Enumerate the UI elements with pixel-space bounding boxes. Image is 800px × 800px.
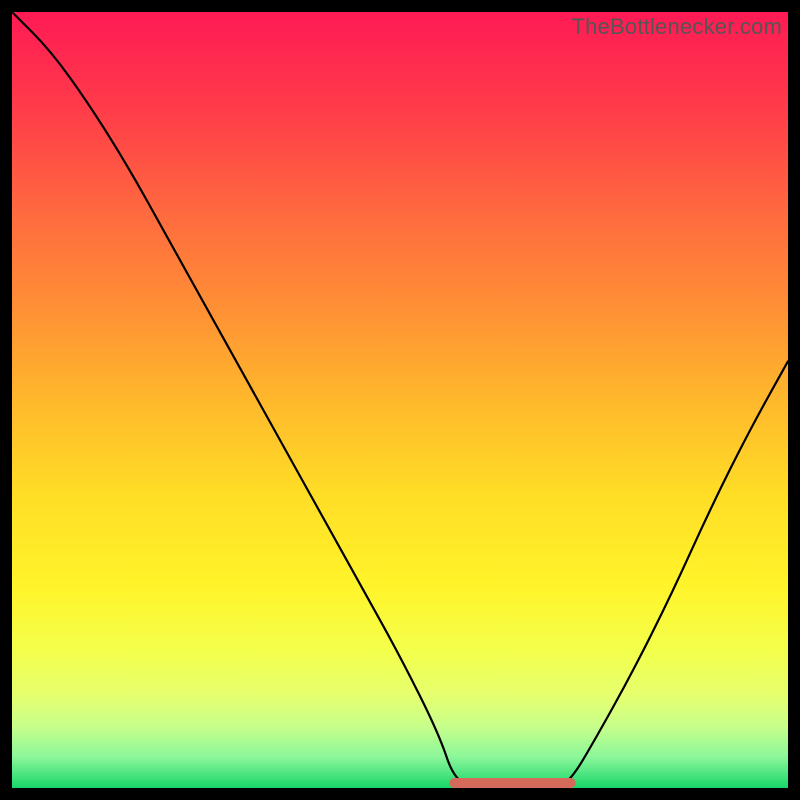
plot-area: TheBottlenecker.com (12, 12, 788, 788)
bottleneck-curve (12, 12, 788, 788)
chart-frame: TheBottlenecker.com (0, 0, 800, 800)
curve-path (12, 12, 788, 788)
